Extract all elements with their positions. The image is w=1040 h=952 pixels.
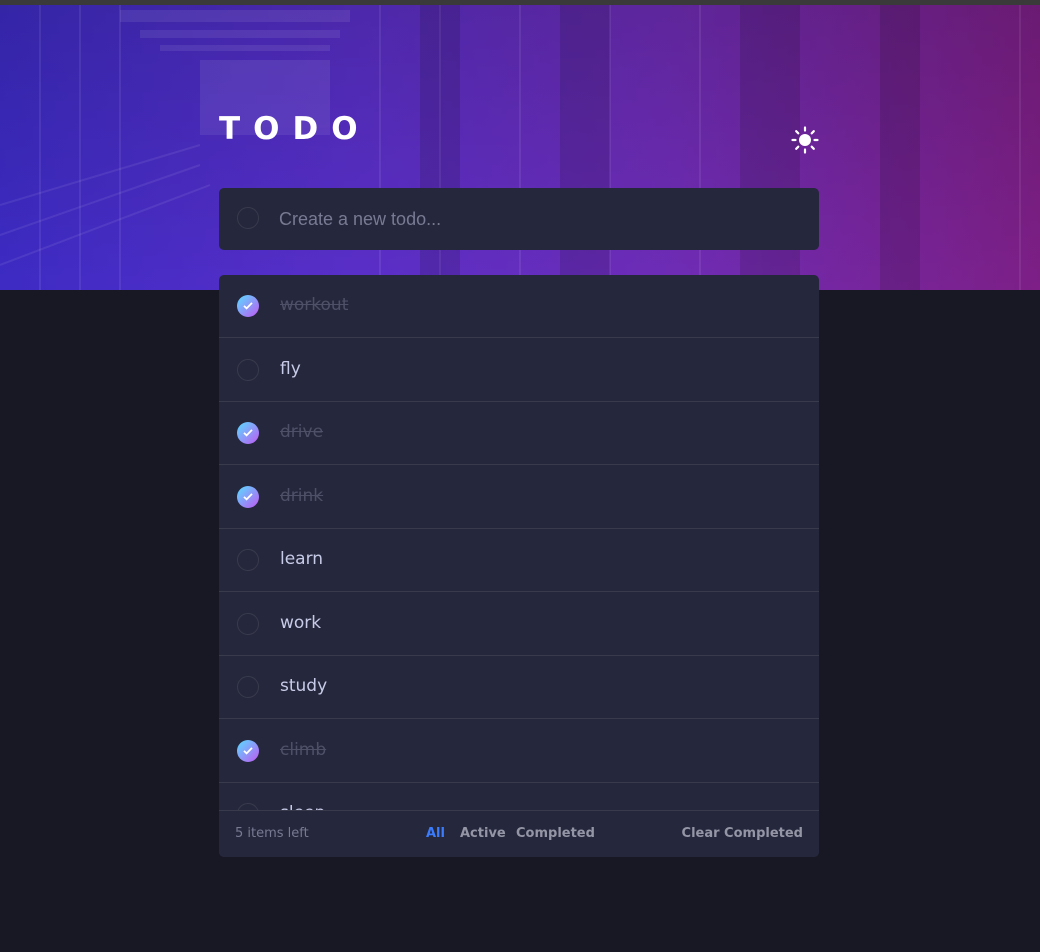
new-todo-circle-icon	[237, 207, 259, 229]
checkbox-icon[interactable]	[237, 676, 259, 698]
new-todo-input[interactable]	[279, 203, 799, 235]
todo-item-label: drive	[280, 422, 324, 442]
filter-active[interactable]: Active	[460, 826, 506, 841]
todo-item[interactable]: workout	[219, 275, 819, 338]
todo-item-label: drink	[280, 486, 324, 506]
todo-item[interactable]: learn	[219, 529, 819, 592]
app-title: TODO	[219, 111, 371, 147]
clear-completed-button[interactable]: Clear Completed	[682, 826, 803, 841]
filter-completed[interactable]: Completed	[516, 826, 595, 841]
checkbox-checked-icon[interactable]	[237, 740, 259, 762]
check-icon	[243, 302, 253, 310]
todo-item-label: study	[280, 676, 328, 696]
todo-item-label: learn	[280, 549, 324, 569]
checkbox-icon[interactable]	[237, 613, 259, 635]
check-icon	[243, 747, 253, 755]
todo-item-label: work	[280, 613, 322, 633]
checkbox-icon[interactable]	[237, 549, 259, 571]
todo-item[interactable]: drink	[219, 466, 819, 529]
checkbox-icon[interactable]	[237, 359, 259, 381]
todo-item[interactable]: climb	[219, 720, 819, 783]
todo-list-footer: 5 items left All Active Completed Clear …	[219, 810, 819, 857]
items-left-count: 5 items left	[235, 826, 309, 841]
todo-item[interactable]: study	[219, 656, 819, 719]
todo-list: workoutflydrivedrinklearnworkstudyclimbs…	[219, 275, 819, 857]
filter-all[interactable]: All	[426, 826, 445, 841]
todo-item-label: fly	[280, 359, 301, 379]
todo-item[interactable]: drive	[219, 402, 819, 465]
sun-icon	[791, 126, 819, 154]
checkbox-checked-icon[interactable]	[237, 422, 259, 444]
check-icon	[243, 429, 253, 437]
todo-item[interactable]: work	[219, 593, 819, 656]
checkbox-checked-icon[interactable]	[237, 295, 259, 317]
todo-item[interactable]: fly	[219, 339, 819, 402]
todo-item-label: climb	[280, 740, 327, 760]
check-icon	[243, 493, 253, 501]
theme-toggle-button[interactable]	[791, 126, 819, 154]
new-todo-bar	[219, 188, 819, 250]
checkbox-checked-icon[interactable]	[237, 486, 259, 508]
todo-item-label: workout	[280, 295, 349, 315]
